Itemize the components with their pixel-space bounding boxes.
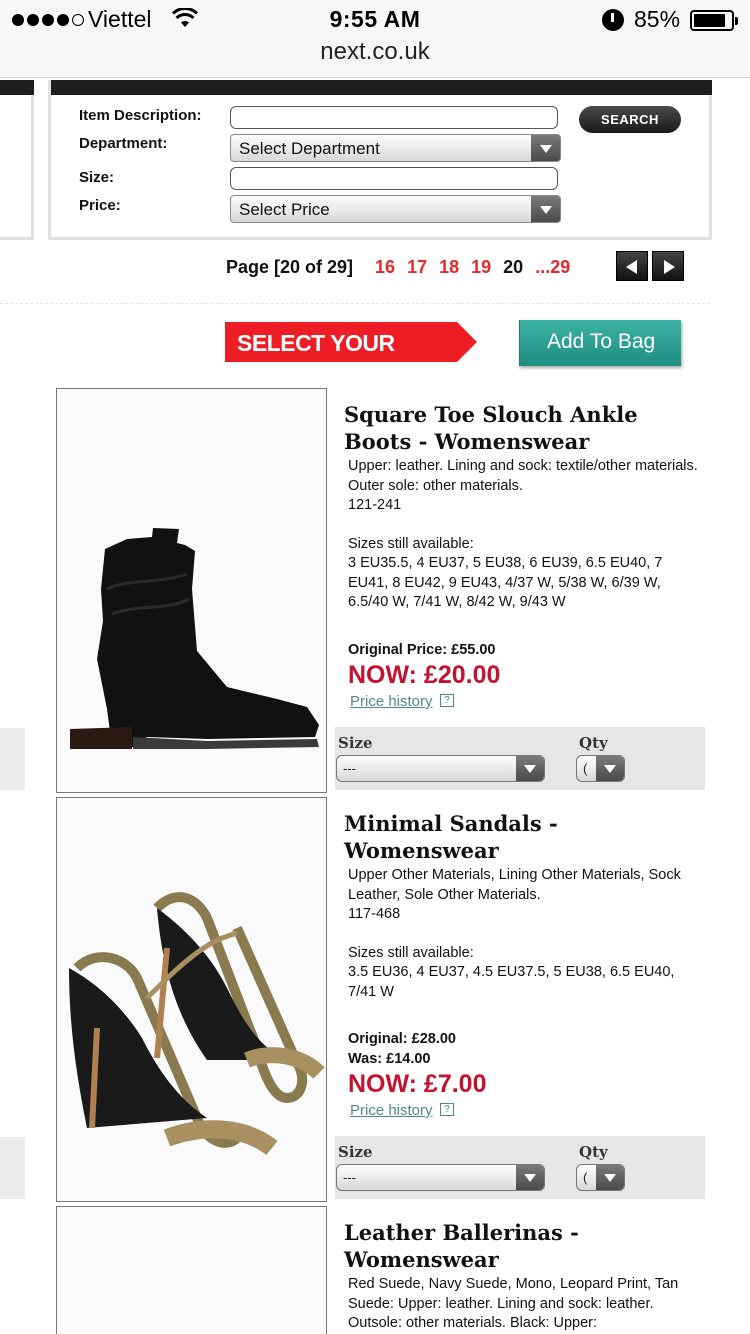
price-label: Price: [79,197,121,214]
sizes-available: 3 EU35.5, 4 EU37, 5 EU38, 6 EU39, 6.5 EU… [348,555,663,610]
item-description-input[interactable] [230,106,558,129]
product-materials: Upper: leather. Lining and sock: textile… [348,458,698,494]
size-qty-bar: Size Qty --- ( [335,1136,705,1199]
left-edge-panel [0,728,25,790]
select-items-banner: SELECT YOUR ITEMS & [225,322,477,383]
url-bar[interactable]: next.co.uk [0,38,750,66]
was-price: Was: £14.00 [348,1051,431,1067]
product-description: Red Suede, Navy Suede, Mono, Leopard Pri… [348,1276,679,1331]
sizes-heading: Sizes still available: [348,944,474,961]
page-link-16[interactable]: 16 [375,257,395,278]
price-select[interactable]: Select Price [230,195,561,223]
original-price: Original: £28.00 [348,1031,456,1047]
size-qty-bar: Size Qty --- ( [335,727,705,790]
sizes-heading: Sizes still available: [348,535,474,552]
qty-select[interactable]: ( [576,755,625,782]
product-image-ballerinas[interactable] [56,1206,327,1334]
ankle-boot-image [70,528,319,749]
product-image-sandals[interactable] [56,797,327,1202]
product-title[interactable]: Minimal Sandals - Womenswear [344,810,704,864]
product-description: Upper: leather. Lining and sock: textile… [348,457,698,613]
page-indicator: Page [20 of 29] [226,256,354,277]
qty-select-value: ( [583,1170,588,1185]
divider [0,303,710,304]
size-label: Size: [79,169,115,186]
chevron-down-icon [516,1165,544,1190]
help-icon[interactable]: ? [440,1103,454,1116]
add-to-bag-button[interactable]: Add To Bag [519,320,681,366]
qty-label: Qty [579,734,608,752]
alarm-icon [602,9,624,31]
size-select[interactable]: --- [336,1164,545,1191]
price-history-link[interactable]: Price history [350,693,433,710]
chevron-down-icon [596,1165,624,1190]
page-link-last[interactable]: ...29 [535,257,570,278]
price-history-link[interactable]: Price history [350,1102,433,1119]
size-label: Size [338,734,373,752]
item-description-label: Item Description: [79,107,202,124]
original-price: Original Price: £55.00 [348,642,496,658]
search-panel-header [51,80,712,95]
price-selected-value: Select Price [239,200,330,219]
product-code: 117-468 [348,906,401,922]
page-link-17[interactable]: 17 [407,257,427,278]
next-page-button[interactable] [652,251,684,281]
product-image-ankle-boots[interactable] [56,388,327,793]
product-title[interactable]: Square Toe Slouch Ankle Boots - Womenswe… [344,401,704,455]
page-link-19[interactable]: 19 [471,257,491,278]
sizes-available: 3.5 EU36, 4 EU37, 4.5 EU37.5, 5 EU38, 6.… [348,964,675,1000]
size-label: Size [338,1143,373,1161]
qty-label: Qty [579,1143,608,1161]
department-selected-value: Select Department [239,139,380,158]
chevron-down-icon [531,196,560,222]
page-link-18[interactable]: 18 [439,257,459,278]
pagination: Page [20 of 29] 16 17 18 19 20 ...29 [226,256,570,278]
left-panel-edge [0,80,34,240]
search-panel: Item Description: SEARCH Department: Sel… [48,80,712,240]
size-input[interactable] [230,167,558,190]
help-icon[interactable]: ? [440,694,454,707]
qty-select-value: ( [583,761,588,776]
now-price: NOW: £7.00 [348,1070,487,1098]
department-select[interactable]: Select Department [230,134,561,162]
battery-percent: 85% [634,6,681,32]
product-materials: Upper Other Materials, Lining Other Mate… [348,867,681,903]
battery-icon [690,10,738,31]
chevron-down-icon [596,756,624,781]
chevron-down-icon [531,135,560,161]
page-current-20: 20 [503,256,524,277]
previous-page-button[interactable] [616,251,648,281]
product-code: 121-241 [348,497,402,513]
size-select[interactable]: --- [336,755,545,782]
department-label: Department: [79,135,168,152]
ios-status-bar: Viettel 9:55 AM 85% next.co.uk [0,0,750,78]
size-select-value: --- [343,761,356,776]
search-button[interactable]: SEARCH [579,106,681,133]
qty-select[interactable]: ( [576,1164,625,1191]
left-edge-panel [0,1137,25,1199]
size-select-value: --- [343,1170,356,1185]
product-title[interactable]: Leather Ballerinas - Womenswear [344,1219,704,1273]
now-price: NOW: £20.00 [348,661,501,689]
sandals-image [69,892,325,1156]
product-description: Upper Other Materials, Lining Other Mate… [348,866,698,1002]
chevron-down-icon [516,756,544,781]
